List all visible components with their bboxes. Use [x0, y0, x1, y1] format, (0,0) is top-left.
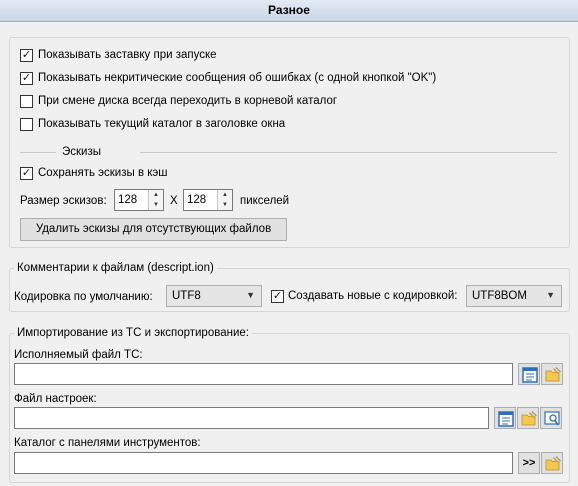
show-dir-title-label: Показывать текущий каталог в заголовке о…: [38, 118, 286, 130]
thumb-width-value: 128: [118, 194, 138, 206]
show-noncritical-label: Показывать некритические сообщения об ош…: [38, 72, 437, 84]
show-dir-title-option[interactable]: Показывать текущий каталог в заголовке о…: [20, 117, 310, 132]
create-new-encoding-checkbox[interactable]: ✓: [271, 290, 284, 303]
thumb-width-down-icon[interactable]: ▼: [149, 200, 163, 210]
new-encoding-value: UTF8BOM: [472, 290, 527, 302]
tc-exe-browse-button[interactable]: [541, 363, 563, 385]
toolbar-dir-arrow-label: >>: [522, 457, 536, 469]
config-file-label: Файл настроек:: [14, 393, 97, 405]
default-encoding-label: Кодировка по умолчанию:: [14, 291, 153, 303]
view-file-icon: [522, 367, 538, 383]
find-file-icon: [544, 411, 560, 426]
config-find-button[interactable]: [540, 407, 562, 429]
show-noncritical-checkbox[interactable]: ✓: [20, 72, 33, 85]
toolbar-dir-arrow-button[interactable]: >>: [518, 452, 540, 474]
show-splash-label: Показывать заставку при запуске: [38, 49, 217, 61]
folder-open-icon: [545, 456, 561, 471]
default-encoding-select[interactable]: UTF8 ▼: [166, 285, 262, 307]
new-encoding-select[interactable]: UTF8BOM ▼: [466, 285, 562, 307]
default-encoding-value: UTF8: [172, 290, 201, 302]
folder-open-icon: [521, 411, 537, 426]
create-new-encoding-option[interactable]: ✓ Создавать новые с кодировкой:: [271, 289, 466, 304]
save-cache-checkbox[interactable]: ✓: [20, 167, 33, 180]
thumb-height-up-icon[interactable]: ▲: [218, 190, 232, 200]
toolbar-dir-input[interactable]: [14, 452, 513, 474]
folder-open-icon: [545, 367, 561, 382]
chevron-down-icon: ▼: [246, 290, 255, 300]
goto-root-checkbox[interactable]: [20, 95, 33, 108]
goto-root-label: При смене диска всегда переходить в корн…: [38, 95, 338, 107]
create-new-encoding-label: Создавать новые с кодировкой:: [288, 290, 458, 302]
show-noncritical-option[interactable]: ✓ Показывать некритические сообщения об …: [20, 71, 470, 86]
thumb-width-arrows[interactable]: ▲ ▼: [148, 190, 163, 210]
toolbar-dir-browse-button[interactable]: [541, 452, 563, 474]
section-title: Разное: [0, 0, 578, 22]
show-splash-option[interactable]: ✓ Показывать заставку при запуске: [20, 48, 260, 63]
toolbar-dir-label: Каталог с панелями инструментов:: [14, 437, 201, 449]
view-file-icon: [498, 411, 514, 427]
save-cache-label: Сохранять эскизы в кэш: [38, 167, 168, 179]
comments-group-title: Комментарии к файлам (descript.ion): [14, 261, 217, 275]
thumbnails-section-label: Эскизы: [62, 146, 102, 158]
thumb-pixels-label: пикселей: [240, 195, 290, 207]
config-view-button[interactable]: [494, 407, 516, 429]
tc-exe-label: Исполняемый файл TC:: [14, 349, 143, 361]
config-file-input[interactable]: [14, 407, 489, 429]
show-splash-checkbox[interactable]: ✓: [20, 49, 33, 62]
thumb-height-down-icon[interactable]: ▼: [218, 200, 232, 210]
tc-exe-input[interactable]: [14, 363, 513, 385]
import-export-group-title: Импортирование из TC и экспортирование:: [14, 326, 252, 340]
thumb-size-label: Размер эскизов:: [20, 195, 107, 207]
tc-exe-view-button[interactable]: [518, 363, 540, 385]
thumbnails-divider-right: [140, 152, 557, 153]
delete-thumbnails-button[interactable]: Удалить эскизы для отсутствующих файлов: [20, 218, 287, 241]
thumb-width-up-icon[interactable]: ▲: [149, 190, 163, 200]
general-options-group: [9, 37, 570, 248]
thumb-width-spinner[interactable]: 128 ▲ ▼: [114, 189, 164, 211]
save-cache-option[interactable]: ✓ Сохранять эскизы в кэш: [20, 166, 190, 181]
thumb-height-spinner[interactable]: 128 ▲ ▼: [183, 189, 233, 211]
thumb-x-label: X: [170, 195, 178, 207]
chevron-down-icon: ▼: [546, 290, 555, 300]
goto-root-option[interactable]: При смене диска всегда переходить в корн…: [20, 94, 360, 109]
thumbnails-divider-left: [20, 152, 56, 153]
thumb-height-value: 128: [187, 194, 207, 206]
thumb-height-arrows[interactable]: ▲ ▼: [217, 190, 232, 210]
show-dir-title-checkbox[interactable]: [20, 118, 33, 131]
config-browse-button[interactable]: [517, 407, 539, 429]
